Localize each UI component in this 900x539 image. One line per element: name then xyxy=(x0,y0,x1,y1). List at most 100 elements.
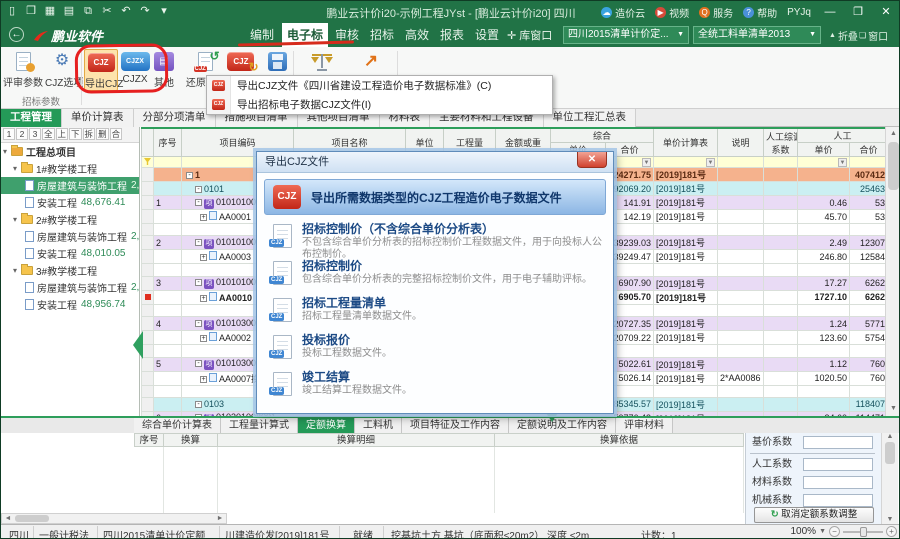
tree-item-building1[interactable]: ▾1#教学楼工程 xyxy=(1,160,139,177)
cjzx-blue-icon: CJZX xyxy=(120,49,150,73)
base-price-factor-input[interactable] xyxy=(803,436,873,449)
header-labor-unit-price[interactable]: 单价 xyxy=(798,143,850,157)
tree-level3-button[interactable]: 3 xyxy=(29,128,41,140)
menu-tab-gaoxiao[interactable]: 高效 xyxy=(401,23,433,47)
tree-item-building3-arch[interactable]: 房屋建筑与装饰工程2,... xyxy=(1,279,139,296)
scroll-thumb[interactable] xyxy=(15,515,49,522)
folder-icon xyxy=(11,147,23,156)
tree-item-building1-install[interactable]: 安装工程48,676.41 xyxy=(1,194,139,211)
panel-scrollbar[interactable]: ▲▼ xyxy=(881,433,898,524)
labor-factor-input[interactable] xyxy=(803,458,873,471)
review-params-icon xyxy=(3,49,43,73)
header-sn[interactable]: 序号 xyxy=(154,128,182,157)
tree-merge-button[interactable]: 合 xyxy=(110,128,123,140)
dialog-option-completion-settlement[interactable]: CJZ 竣工结算竣工结算工程数据文件。 xyxy=(257,367,613,404)
material-factor-input[interactable] xyxy=(803,476,873,489)
filter-dropdown-icon[interactable]: ▼ xyxy=(706,158,715,167)
dialog-option-control-price-no-analysis[interactable]: CJZ 招标控制价（不含综合单价分析表）不包含综合单价分析表的招标控制价工程数据… xyxy=(257,219,613,256)
zoom-dropdown-icon[interactable]: ▼ xyxy=(819,528,826,535)
scroll-up-icon[interactable]: ▲ xyxy=(886,127,900,141)
filter-dropdown-icon[interactable]: ▼ xyxy=(838,158,847,167)
scroll-left-icon[interactable]: ◄ xyxy=(2,514,14,523)
dialog-option-control-price[interactable]: CJZ 招标控制价包含综合单价分析表的完整招标控制价文件，用于电子辅助评标。 xyxy=(257,256,613,293)
list-library-select[interactable]: 全统工料单清单2013▼ xyxy=(693,26,821,44)
menu-tab-zhaobiao[interactable]: 招标 xyxy=(366,23,398,47)
status-bar: 四川 一般计税法 四川2015清单计价定额 川建造价发[2019]181号 就绪… xyxy=(1,524,900,539)
horizontal-scrollbar[interactable]: ◄ ► xyxy=(1,513,227,524)
header-labor-factor[interactable]: 人工综调系数 xyxy=(764,128,798,157)
conv-header-basis: 换算依据 xyxy=(494,433,744,447)
table-scrollbar[interactable]: ▲ ▼ xyxy=(885,127,900,416)
review-params-button[interactable]: 评审参数 xyxy=(3,49,43,89)
tree-item-building2-arch[interactable]: 房屋建筑与装饰工程2,... xyxy=(1,228,139,245)
dialog-close-icon[interactable]: ✕ xyxy=(577,152,607,168)
menu-tab-shezhi[interactable]: 设置 xyxy=(471,23,503,47)
zoom-out-icon[interactable]: − xyxy=(829,526,840,537)
tab-quota-note-work[interactable]: 定额说明及工作内容 xyxy=(509,418,616,433)
machine-factor-input[interactable] xyxy=(803,494,873,507)
zoom-slider[interactable] xyxy=(843,531,883,533)
tree-split-button[interactable]: 拆 xyxy=(83,128,96,140)
document-icon xyxy=(25,299,34,310)
tab-unit-price-sheet[interactable]: 单价计算表 xyxy=(62,109,134,127)
filter-dropdown-icon[interactable]: ▼ xyxy=(642,158,651,167)
tab-quantity-formula[interactable]: 工程量计算式 xyxy=(221,418,298,433)
tab-feature-work-content[interactable]: 项目特征及工作内容 xyxy=(402,418,509,433)
back-icon[interactable]: ← xyxy=(9,27,24,42)
dialog-option-bid-quote[interactable]: CJZ 投标报价投标工程数据文件。 xyxy=(257,330,613,367)
material-factor-label: 材料系数 xyxy=(752,476,792,490)
tree-level1-button[interactable]: 1 xyxy=(3,128,15,140)
collapse-ribbon-button[interactable]: ▲折叠 xyxy=(829,28,858,43)
header-note[interactable]: 说明 xyxy=(718,128,764,157)
tree-item-building3-install[interactable]: 安装工程48,956.74 xyxy=(1,296,139,313)
cost-cloud-button[interactable]: ☁造价云 xyxy=(597,1,649,23)
user-account[interactable]: PYJq xyxy=(783,1,815,23)
menu-tab-baobiao[interactable]: 报表 xyxy=(436,23,468,47)
help-button[interactable]: ?帮助 xyxy=(739,1,781,23)
quota-library-select[interactable]: 四川2015清单计价定...▼ xyxy=(563,26,689,44)
tab-quota-conversion[interactable]: 定额换算 xyxy=(298,418,355,433)
tree-item-building2-install[interactable]: 安装工程48,010.05 xyxy=(1,245,139,262)
tree-item-building3[interactable]: ▾3#教学楼工程 xyxy=(1,262,139,279)
cjz-options-button[interactable]: ⚙ CJZ选项 xyxy=(45,49,79,89)
cjzx-button[interactable]: CJZX CJZX xyxy=(120,49,150,85)
tab-fbfx-list[interactable]: 分部分项清单 xyxy=(134,109,216,127)
tree-down-button[interactable]: 下 xyxy=(69,128,82,140)
window-button[interactable]: ❏窗口 xyxy=(859,28,888,43)
tab-project-manage[interactable]: 工程管理 xyxy=(1,109,62,127)
menu-item-export-cjz-standard[interactable]: CJZ 导出CJZ文件《四川省建设工程造价电子数据标准》(C) xyxy=(207,76,552,95)
header-labor-total[interactable]: 合价 xyxy=(850,143,887,157)
tab-unit-summary[interactable]: 单位工程汇总表 xyxy=(544,109,637,127)
machine-factor-label: 机械系数 xyxy=(752,494,792,508)
tree-item-building1-arch[interactable]: 房屋建筑与装饰工程2,... xyxy=(1,177,139,194)
maximize-button[interactable]: ❐ xyxy=(845,1,871,23)
export-cjz-button[interactable]: CJZ 导出CJZ xyxy=(84,49,118,91)
header-labor-group[interactable]: 人工 xyxy=(798,128,887,143)
scroll-right-icon[interactable]: ► xyxy=(214,514,226,523)
tree-item-building2[interactable]: ▾2#教学楼工程 xyxy=(1,211,139,228)
scroll-th umb[interactable] xyxy=(888,142,899,190)
tree-all-button[interactable]: 全 xyxy=(42,128,55,140)
menu-item-export-bid-cjz[interactable]: CJZ 导出招标电子数据CJZ文件(I) xyxy=(207,95,552,114)
tab-labor-material-machine[interactable]: 工料机 xyxy=(355,418,402,433)
tree-delete-button[interactable]: 删 xyxy=(96,128,109,140)
dialog-option-bid-quantity-list[interactable]: CJZ 招标工程量清单招标工程量清单数据文件。 xyxy=(257,293,613,330)
video-button[interactable]: ▶视频 xyxy=(651,1,693,23)
close-button[interactable]: ✕ xyxy=(873,1,899,23)
cancel-factor-adjust-button[interactable]: ↻ 取消定额系数调整 xyxy=(754,507,874,523)
tree-up-button[interactable]: 上 xyxy=(56,128,69,140)
header-price-sheet[interactable]: 单价计算表 xyxy=(654,128,718,157)
zoom-level[interactable]: 100% xyxy=(790,526,816,537)
zoom-in-icon[interactable]: + xyxy=(886,526,897,537)
tab-review-material[interactable]: 评审材料 xyxy=(616,418,673,433)
library-window-button[interactable]: ✛库窗口 xyxy=(507,27,552,43)
tree-item-root[interactable]: ▾工程总项目 xyxy=(1,143,139,160)
zoom-slider-thumb[interactable] xyxy=(860,527,867,537)
header-composite-group[interactable]: 综合 xyxy=(551,128,654,143)
export-other-button[interactable]: ▤ 其他 xyxy=(151,49,177,89)
scroll-down-icon[interactable]: ▼ xyxy=(886,402,900,416)
tree-level2-button[interactable]: 2 xyxy=(16,128,28,140)
tab-composite-price-calc[interactable]: 综合单价计算表 xyxy=(134,418,221,433)
minimize-button[interactable]: — xyxy=(817,1,843,23)
service-button[interactable]: Q服务 xyxy=(695,1,737,23)
